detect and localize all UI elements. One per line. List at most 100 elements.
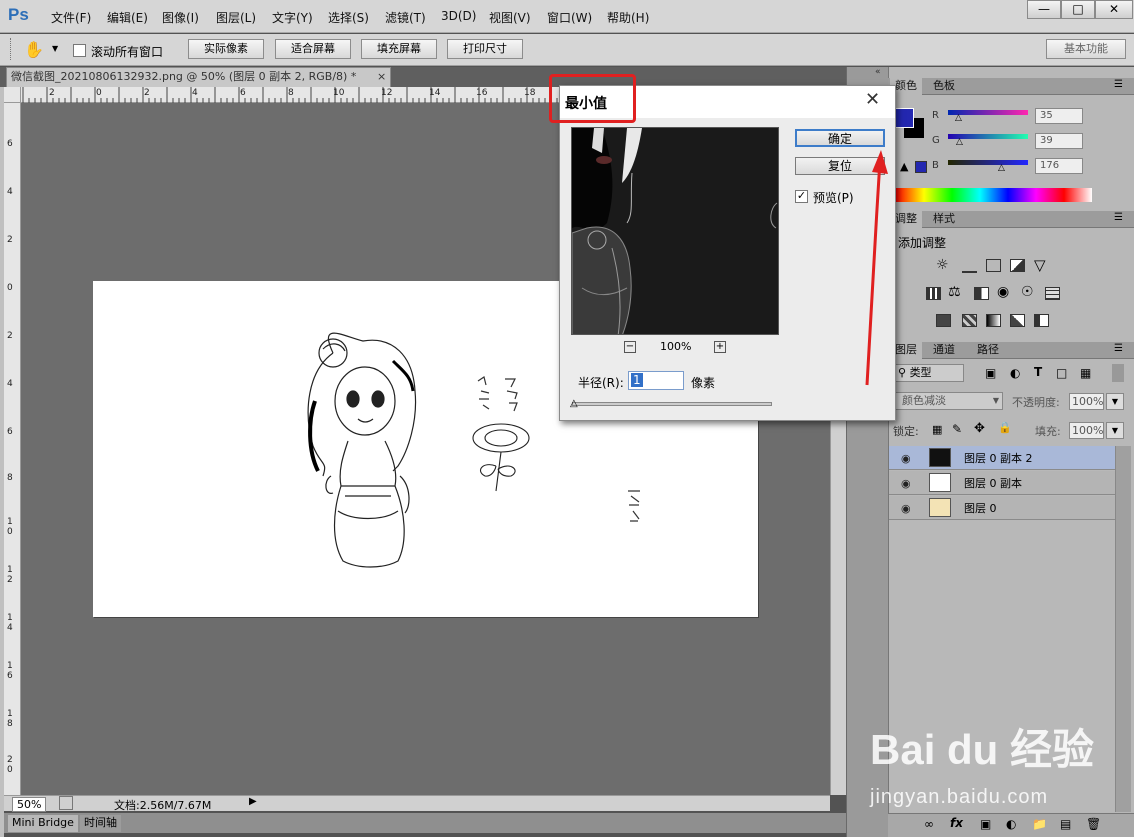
channel-mixer-icon[interactable]: ☉ [1021,284,1034,300]
fill-screen-button[interactable]: 填充屏幕 [361,39,437,59]
add-mask-icon[interactable]: ▣ [980,817,991,831]
opacity-dropdown-button[interactable]: ▼ [1106,393,1124,410]
foreground-color-swatch[interactable] [894,108,914,128]
eye-icon[interactable]: ◉ [901,477,911,490]
radius-slider-thumb[interactable]: △ [570,398,578,409]
adjustment-filter-icon[interactable]: ◐ [1010,366,1020,380]
actual-pixels-button[interactable]: 实际像素 [188,39,264,59]
radius-slider[interactable] [572,402,772,406]
lock-paint-icon[interactable]: ✎ [952,422,962,436]
layer-row[interactable]: ◉ 图层 0 副本 2 [889,446,1115,470]
eye-icon[interactable]: ◉ [901,452,911,465]
g-value-input[interactable]: 39 [1035,133,1083,149]
print-size-button[interactable]: 打印尺寸 [447,39,523,59]
curves-icon[interactable] [986,259,1001,272]
menu-window[interactable]: 窗口(W) [547,9,592,26]
tab-paths[interactable]: 路径 [972,342,1004,359]
r-value-input[interactable]: 35 [1035,108,1083,124]
levels-icon[interactable] [962,260,977,273]
color-lookup-icon[interactable] [1045,287,1060,300]
menu-type[interactable]: 文字(Y) [272,9,313,26]
menu-file[interactable]: 文件(F) [51,9,91,26]
layer-filter-select[interactable]: ⚲ 类型 [893,364,964,382]
menu-edit[interactable]: 编辑(E) [107,9,148,26]
close-window-button[interactable]: ✕ [1095,0,1133,19]
collapse-arrows-icon[interactable]: « [875,67,881,77]
lock-all-icon[interactable]: 🔒 [998,421,1012,434]
smart-object-filter-icon[interactable]: ▦ [1080,366,1091,380]
lock-transparent-icon[interactable]: ▦ [932,423,942,436]
blend-mode-select[interactable]: 颜色减淡 ▼ [893,392,1003,410]
document-tab[interactable]: 微信截图_20210806132932.png @ 50% (图层 0 副本 2… [6,67,391,87]
threshold-icon[interactable] [986,314,1001,327]
panel-menu-icon[interactable]: ☰ [1114,212,1123,223]
menu-image[interactable]: 图像(I) [162,9,199,26]
zoom-in-button[interactable]: + [714,341,726,353]
selective-color-icon[interactable] [1034,314,1049,327]
link-layers-icon[interactable]: ∞ [924,817,934,831]
menu-layer[interactable]: 图层(L) [216,9,256,26]
exposure-icon[interactable] [1010,259,1025,272]
grip-handle[interactable] [10,38,12,60]
hand-tool-icon[interactable]: ✋ [24,40,44,59]
minimize-button[interactable]: — [1027,0,1061,19]
chevron-down-icon[interactable]: ▼ [52,44,58,53]
layer-row[interactable]: ◉ 图层 0 副本 [889,471,1115,495]
shape-filter-icon[interactable]: □ [1056,366,1067,380]
ruler-corner[interactable] [4,87,21,103]
b-slider-thumb[interactable]: △ [998,163,1005,173]
preview-checkbox[interactable]: ✓ [795,190,808,203]
invert-icon[interactable] [936,314,951,327]
tab-channels[interactable]: 通道 [928,342,960,359]
menu-filter[interactable]: 滤镜(T) [385,9,426,26]
layers-scrollbar[interactable] [1115,446,1131,812]
pixel-filter-icon[interactable]: ▣ [985,366,996,380]
tab-swatches[interactable]: 色板 [928,78,960,95]
close-icon[interactable]: ✕ [865,89,880,110]
document-info-icon[interactable] [59,796,73,810]
zoom-field[interactable]: 50% [12,797,47,812]
menu-select[interactable]: 选择(S) [328,9,369,26]
triangle-right-icon[interactable]: ▶ [249,796,257,807]
menu-help[interactable]: 帮助(H) [607,9,649,26]
r-slider-thumb[interactable]: △ [955,113,962,123]
tab-styles[interactable]: 样式 [928,211,960,228]
filter-preview[interactable] [571,127,779,335]
panel-menu-icon[interactable]: ☰ [1114,343,1123,354]
vertical-ruler[interactable]: 6 4 2 0 2 4 6 8 1 0 1 2 1 4 1 6 1 8 2 0 [4,103,21,795]
menu-3d[interactable]: 3D(D) [441,9,476,23]
tab-mini-bridge[interactable]: Mini Bridge [8,815,78,832]
new-group-icon[interactable]: 📁 [1032,817,1047,831]
black-white-icon[interactable] [974,287,989,300]
scroll-all-checkbox[interactable] [73,44,86,57]
gradient-map-icon[interactable] [1010,314,1025,327]
hue-saturation-icon[interactable] [926,287,941,300]
filter-toggle[interactable] [1112,364,1124,382]
opacity-input[interactable]: 100% [1069,393,1104,410]
lock-move-icon[interactable]: ✥ [974,421,985,436]
fill-input[interactable]: 100% [1069,422,1104,439]
eye-icon[interactable]: ◉ [901,502,911,515]
delete-layer-icon[interactable]: 🗑 [1086,817,1101,831]
maximize-button[interactable]: □ [1061,0,1095,19]
b-slider[interactable] [948,160,1028,165]
color-spectrum-bar[interactable] [896,188,1092,202]
fx-icon[interactable]: fx [950,816,963,830]
new-layer-icon[interactable]: ▤ [1060,817,1071,831]
photo-filter-icon[interactable]: ◉ [997,284,1009,300]
brightness-icon[interactable]: ☼ [936,257,949,273]
panel-menu-icon[interactable]: ☰ [1114,79,1123,90]
warning-icon[interactable]: ▲ [900,160,908,173]
posterize-icon[interactable] [962,314,977,327]
workspace-button[interactable]: 基本功能 [1046,39,1126,59]
g-slider-thumb[interactable]: △ [956,137,963,147]
vibrance-icon[interactable]: ▽ [1034,256,1046,274]
b-value-input[interactable]: 176 [1035,158,1083,174]
radius-input[interactable]: 1 [628,371,684,390]
type-filter-icon[interactable]: T [1034,365,1042,379]
close-tab-icon[interactable]: × [377,68,386,86]
web-safe-swatch[interactable] [915,161,927,173]
new-adjustment-icon[interactable]: ◐ [1006,817,1016,831]
fill-dropdown-button[interactable]: ▼ [1106,422,1124,439]
menu-view[interactable]: 视图(V) [489,9,531,26]
